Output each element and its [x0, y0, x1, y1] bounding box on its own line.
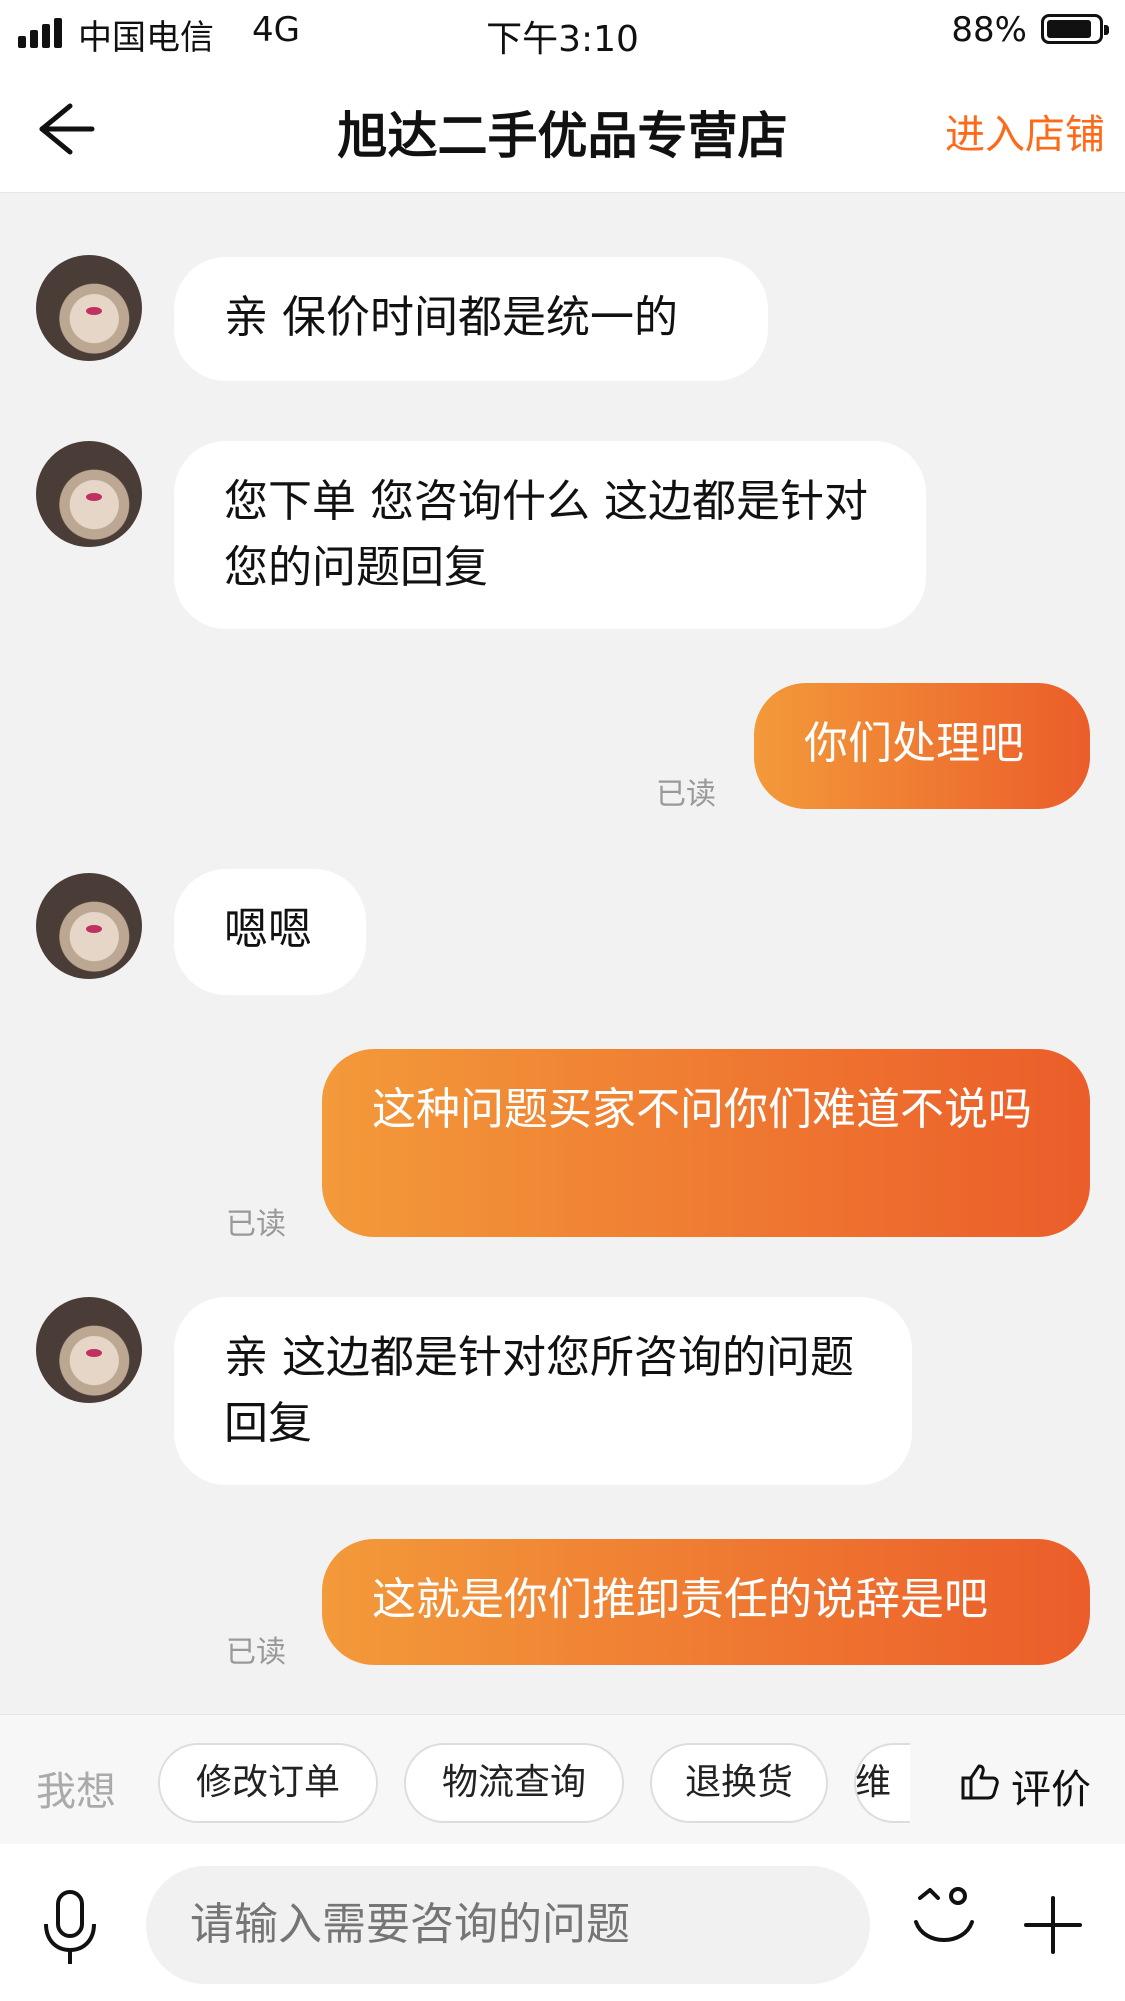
avatar[interactable] — [36, 873, 142, 979]
battery-percent: 88% — [951, 10, 1027, 50]
battery-icon — [1041, 14, 1109, 44]
quick-reply-return-exchange[interactable]: 退换货 — [650, 1743, 828, 1823]
message-bubble-right[interactable]: 这种问题买家不问你们难道不说吗 — [322, 1049, 1090, 1237]
quick-reply-logistics[interactable]: 物流查询 — [404, 1743, 624, 1823]
emoji-icon[interactable] — [912, 1880, 976, 1960]
enter-shop-link[interactable]: 进入店铺 — [945, 102, 1105, 160]
read-receipt: 已读 — [656, 777, 716, 812]
chat-area[interactable]: 亲 保价时间都是统一的 您下单 您咨询什么 这边都是针对您的问题回复 已读 你们… — [0, 193, 1125, 1713]
nav-bar: 旭达二手优品专营店 进入店铺 — [0, 66, 1125, 193]
microphone-icon[interactable] — [40, 1888, 100, 1968]
quick-reply-bar: 我想 修改订单 物流查询 退换货 维 评价 — [0, 1714, 1125, 1845]
input-bar — [0, 1844, 1125, 2001]
rate-label: 评价 — [1011, 1767, 1091, 1813]
message-bubble-left[interactable]: 亲 这边都是针对您所咨询的问题回复 — [174, 1297, 912, 1485]
message-input[interactable] — [146, 1866, 870, 1984]
message-bubble-left[interactable]: 亲 保价时间都是统一的 — [174, 257, 768, 381]
avatar[interactable] — [36, 441, 142, 547]
message-bubble-right[interactable]: 你们处理吧 — [754, 683, 1090, 809]
message-bubble-left[interactable]: 嗯嗯 — [174, 869, 366, 995]
avatar[interactable] — [36, 1297, 142, 1403]
message-bubble-right[interactable]: 这就是你们推卸责任的说辞是吧 — [322, 1539, 1090, 1665]
message-bubble-left[interactable]: 您下单 您咨询什么 这边都是针对您的问题回复 — [174, 441, 926, 629]
read-receipt: 已读 — [226, 1635, 286, 1670]
status-bar: 中国电信 4G 下午3:10 88% — [0, 0, 1125, 66]
plus-icon[interactable] — [1022, 1894, 1084, 1956]
read-receipt: 已读 — [226, 1207, 286, 1242]
avatar[interactable] — [36, 255, 142, 361]
quick-reply-modify-order[interactable]: 修改订单 — [158, 1743, 378, 1823]
thumbs-up-icon — [959, 1760, 1001, 1812]
quick-reply-label: 我想 — [36, 1769, 116, 1815]
quick-reply-partial[interactable]: 维 — [854, 1743, 910, 1823]
rate-button[interactable]: 评价 — [959, 1757, 1091, 1815]
